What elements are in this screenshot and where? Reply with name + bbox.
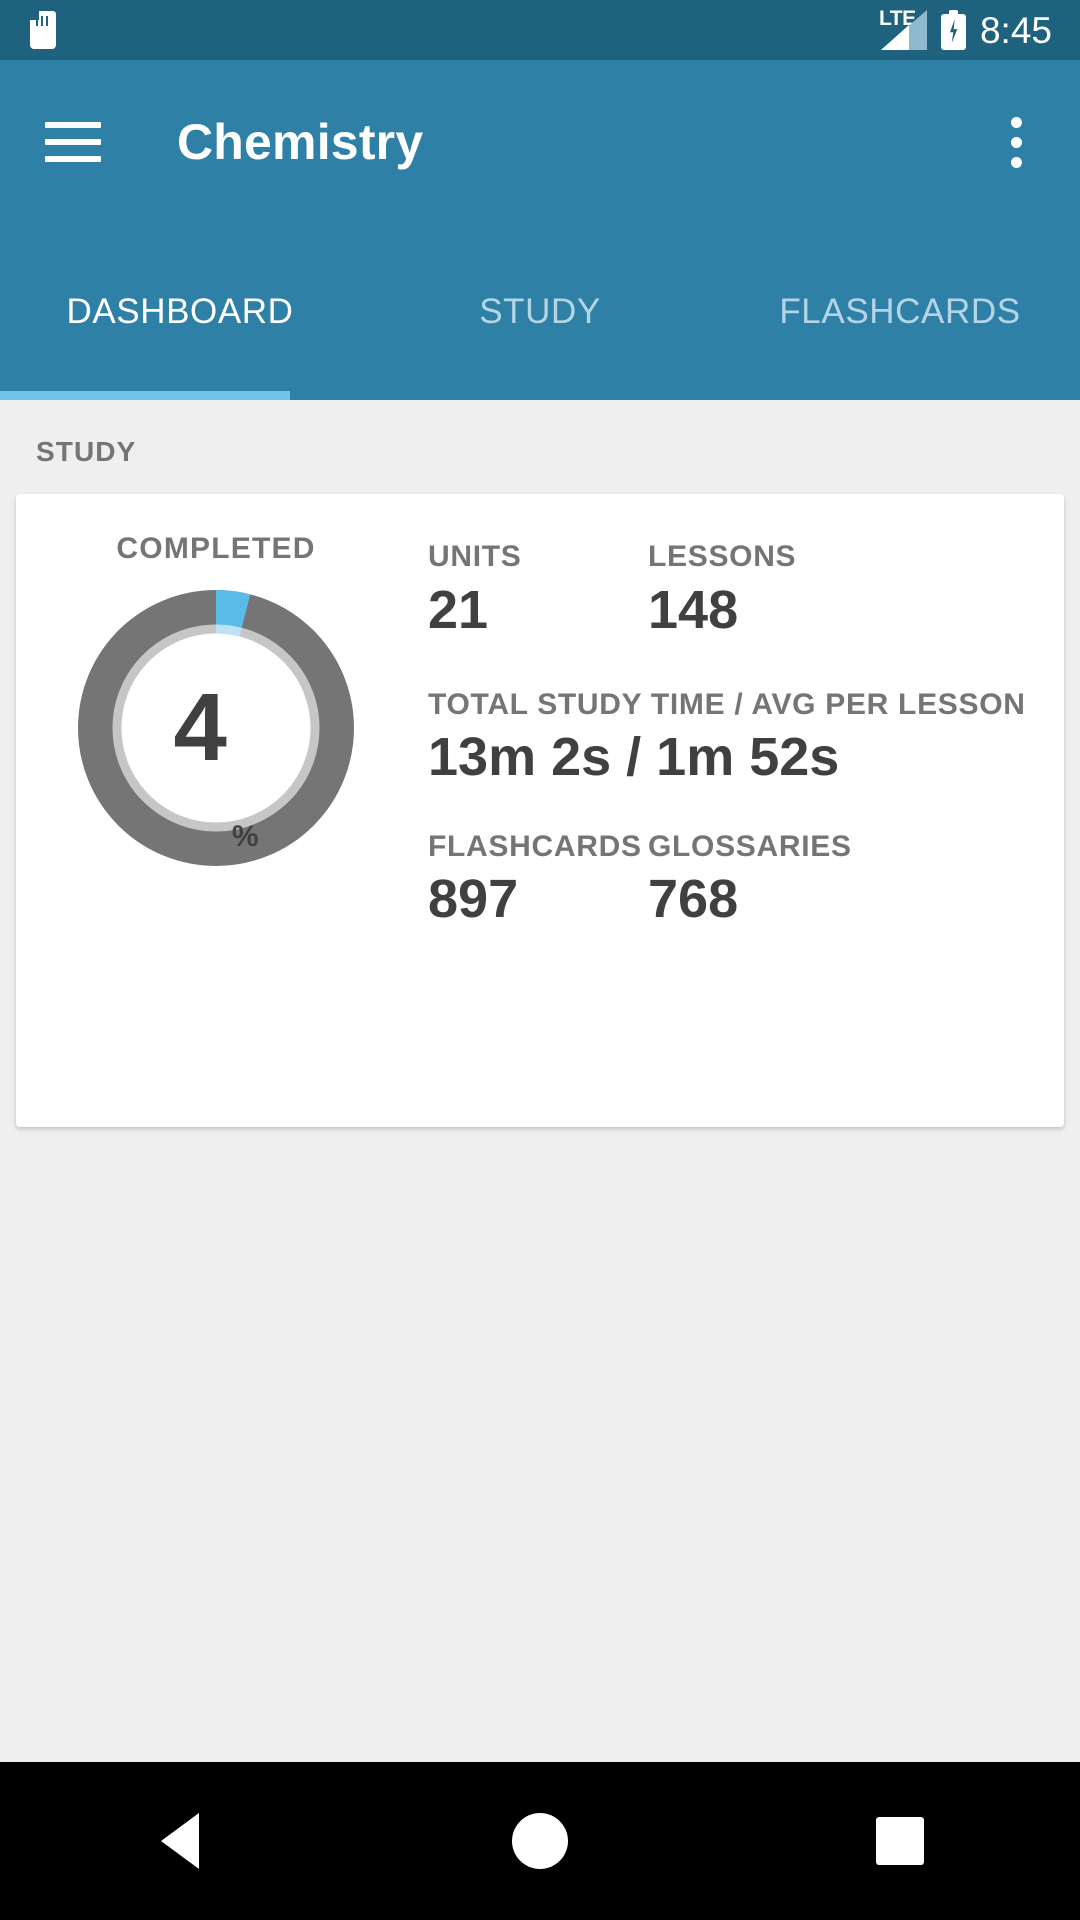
back-triangle-icon <box>161 1813 199 1869</box>
battery-charging-icon <box>940 10 966 50</box>
system-navigation-bar <box>0 1762 1080 1920</box>
phone-screen: LTE 8:45 Chemistry DASHBOARD STUDY FLASH… <box>0 0 1080 1920</box>
stats-row-flashcards-glossaries: FLASHCARDS 897 GLOSSARIES 768 <box>428 830 1064 930</box>
stat-lessons-label: LESSONS <box>648 540 797 573</box>
home-circle-icon <box>512 1813 568 1869</box>
completed-donut-column: COMPLETED 4 % <box>16 532 416 1127</box>
stats-column: UNITS 21 LESSONS 148 TOTAL STUDY TIME / … <box>416 532 1064 1127</box>
status-bar-left <box>0 11 56 49</box>
stat-lessons-value: 148 <box>648 579 739 640</box>
hamburger-menu-icon[interactable] <box>45 122 101 162</box>
stat-glossaries-label: GLOSSARIES <box>648 829 852 863</box>
stat-flashcards-label: FLASHCARDS <box>428 829 642 863</box>
study-summary-card: COMPLETED 4 % UNITS 21 LESSONS 148 TOTAL… <box>16 494 1064 1127</box>
stat-total-study-time: TOTAL STUDY TIME / AVG PER LESSON 13m 2s… <box>428 688 1064 788</box>
page-title: Chemistry <box>177 114 424 170</box>
status-bar-clock: 8:45 <box>979 9 1052 51</box>
signal-bars-icon: LTE <box>879 8 927 50</box>
tab-bar: DASHBOARD STUDY FLASHCARDS <box>0 224 1080 400</box>
donut-title: COMPLETED <box>116 532 316 565</box>
stat-glossaries: GLOSSARIES 768 <box>648 830 852 930</box>
donut-value: 4 <box>173 674 227 781</box>
stat-units-label: UNITS <box>428 540 522 573</box>
tab-flashcards[interactable]: FLASHCARDS <box>720 224 1080 400</box>
nav-home-button[interactable] <box>450 1762 630 1920</box>
nav-back-button[interactable] <box>90 1762 270 1920</box>
tab-dashboard[interactable]: DASHBOARD <box>0 224 360 400</box>
stat-glossaries-value: 768 <box>648 869 739 930</box>
stat-flashcards-value: 897 <box>428 869 519 930</box>
donut-unit: % <box>231 820 259 853</box>
content-area: STUDY COMPLETED 4 % UNITS 21 LESSONS 148… <box>0 400 1080 1762</box>
nav-recents-button[interactable] <box>810 1762 990 1920</box>
section-header-study: STUDY <box>36 436 137 467</box>
recents-square-icon <box>876 1817 924 1865</box>
sdcard-icon <box>30 11 56 49</box>
stat-flashcards: FLASHCARDS 897 <box>428 830 648 930</box>
stats-row-units-lessons: UNITS 21 LESSONS 148 <box>428 540 1064 640</box>
stats-row-study-time: TOTAL STUDY TIME / AVG PER LESSON 13m 2s… <box>428 688 1064 788</box>
tab-active-indicator <box>0 391 290 400</box>
stat-total-study-time-value: 13m 2s / 1m 52s <box>428 727 840 788</box>
tab-study[interactable]: STUDY <box>360 224 720 400</box>
status-bar: LTE 8:45 <box>0 0 1080 60</box>
overflow-menu-icon[interactable] <box>1003 109 1030 176</box>
donut-center-label: 4 % <box>76 588 356 868</box>
stat-units-value: 21 <box>428 579 489 640</box>
app-bar: Chemistry <box>0 60 1080 224</box>
stat-units: UNITS 21 <box>428 540 648 640</box>
status-bar-right: LTE 8:45 <box>879 8 1080 51</box>
completed-donut-chart: 4 % <box>76 588 356 868</box>
stat-lessons: LESSONS 148 <box>648 540 796 640</box>
stat-total-study-time-label: TOTAL STUDY TIME / AVG PER LESSON <box>428 687 1026 721</box>
